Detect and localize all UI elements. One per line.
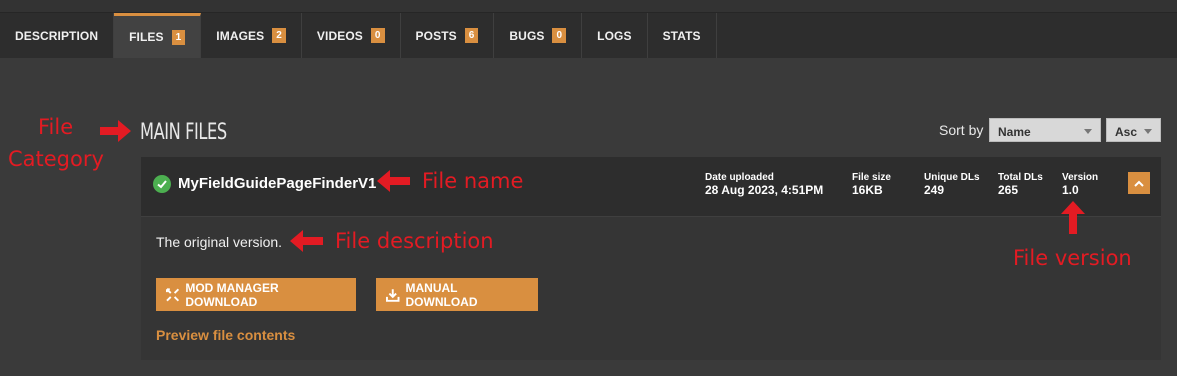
sort-field-select[interactable]: Name [989, 118, 1101, 142]
sort-label: Sort by [939, 122, 984, 138]
file-name: MyFieldGuidePageFinderV1 [178, 175, 377, 192]
sort-order-value: Asc [1115, 125, 1138, 139]
count-badge: 6 [464, 28, 479, 43]
tab-bugs[interactable]: BUGS 0 [494, 13, 583, 58]
file-header: MyFieldGuidePageFinderV1 Date uploaded 2… [141, 157, 1161, 217]
count-badge: 2 [272, 28, 286, 43]
chevron-down-icon [1144, 129, 1152, 134]
count-badge: 0 [370, 28, 385, 43]
total-dls-stat: Total DLs 265 [998, 172, 1043, 196]
annotation-arrow-up-icon [1061, 201, 1085, 234]
count-badge: 1 [171, 29, 186, 45]
tab-label: BUGS [509, 28, 545, 43]
sort-order-select[interactable]: Asc [1106, 118, 1161, 142]
tab-label: STATS [662, 28, 701, 43]
chevron-down-icon [1084, 129, 1092, 134]
button-label: MOD MANAGER DOWNLOAD [185, 280, 279, 309]
chevron-up-icon [1134, 180, 1144, 187]
button-label: MANUAL DOWNLOAD [405, 280, 478, 309]
annotation-arrow-right-icon [100, 120, 131, 142]
tab-label: LOGS [597, 28, 632, 43]
annotation-arrow-left-icon [377, 170, 410, 192]
mod-manager-download-button[interactable]: MOD MANAGER DOWNLOAD [156, 278, 356, 311]
tab-images[interactable]: IMAGES 2 [201, 13, 302, 58]
manual-download-button[interactable]: MANUAL DOWNLOAD [376, 278, 538, 311]
stat-value: 249 [924, 183, 945, 197]
tab-videos[interactable]: VIDEOS 0 [302, 13, 401, 58]
tab-stats[interactable]: STATS [648, 13, 717, 58]
annotation-description: File description [335, 229, 494, 253]
tab-label: VIDEOS [316, 28, 363, 43]
sort-field-value: Name [998, 125, 1031, 139]
tab-logs[interactable]: LOGS [582, 13, 648, 58]
count-badge: 0 [552, 28, 567, 43]
stat-value: 28 Aug 2023, 4:51PM [705, 183, 824, 197]
top-strip [0, 0, 1177, 12]
annotation-version: File version [1013, 246, 1132, 270]
tab-label: FILES [129, 30, 164, 44]
date-uploaded-stat: Date uploaded 28 Aug 2023, 4:51PM [705, 172, 823, 196]
tab-label: IMAGES [216, 28, 265, 43]
stat-value: 1.0 [1062, 183, 1079, 197]
category-title: MAIN FILES [140, 120, 227, 145]
check-circle-icon [153, 175, 171, 193]
stat-value: 265 [998, 183, 1019, 197]
annotation-arrow-left-icon [290, 230, 323, 252]
annotation-name: File name [422, 169, 524, 193]
tab-label: POSTS [415, 28, 457, 43]
annotation-category-line1: File [38, 115, 74, 139]
tab-posts[interactable]: POSTS 6 [401, 13, 495, 58]
annotation-category-line2: Category [8, 147, 104, 171]
download-icon [386, 288, 400, 302]
file-size-stat: File size 16KB [852, 172, 891, 196]
unique-dls-stat: Unique DLs 249 [924, 172, 980, 196]
mod-manager-icon [166, 287, 180, 301]
collapse-toggle-button[interactable] [1128, 172, 1150, 194]
file-description: The original version. [156, 234, 283, 250]
tab-description[interactable]: DESCRIPTION [0, 13, 115, 58]
preview-file-contents-link[interactable]: Preview file contents [156, 327, 295, 343]
stat-value: 16KB [852, 183, 883, 197]
tab-bar: DESCRIPTION FILES 1 IMAGES 2 VIDEOS 0 POSTS… [0, 12, 1177, 58]
version-stat: Version 1.0 [1062, 172, 1098, 196]
tab-label: DESCRIPTION [15, 28, 99, 43]
tab-files[interactable]: FILES 1 [114, 13, 202, 58]
